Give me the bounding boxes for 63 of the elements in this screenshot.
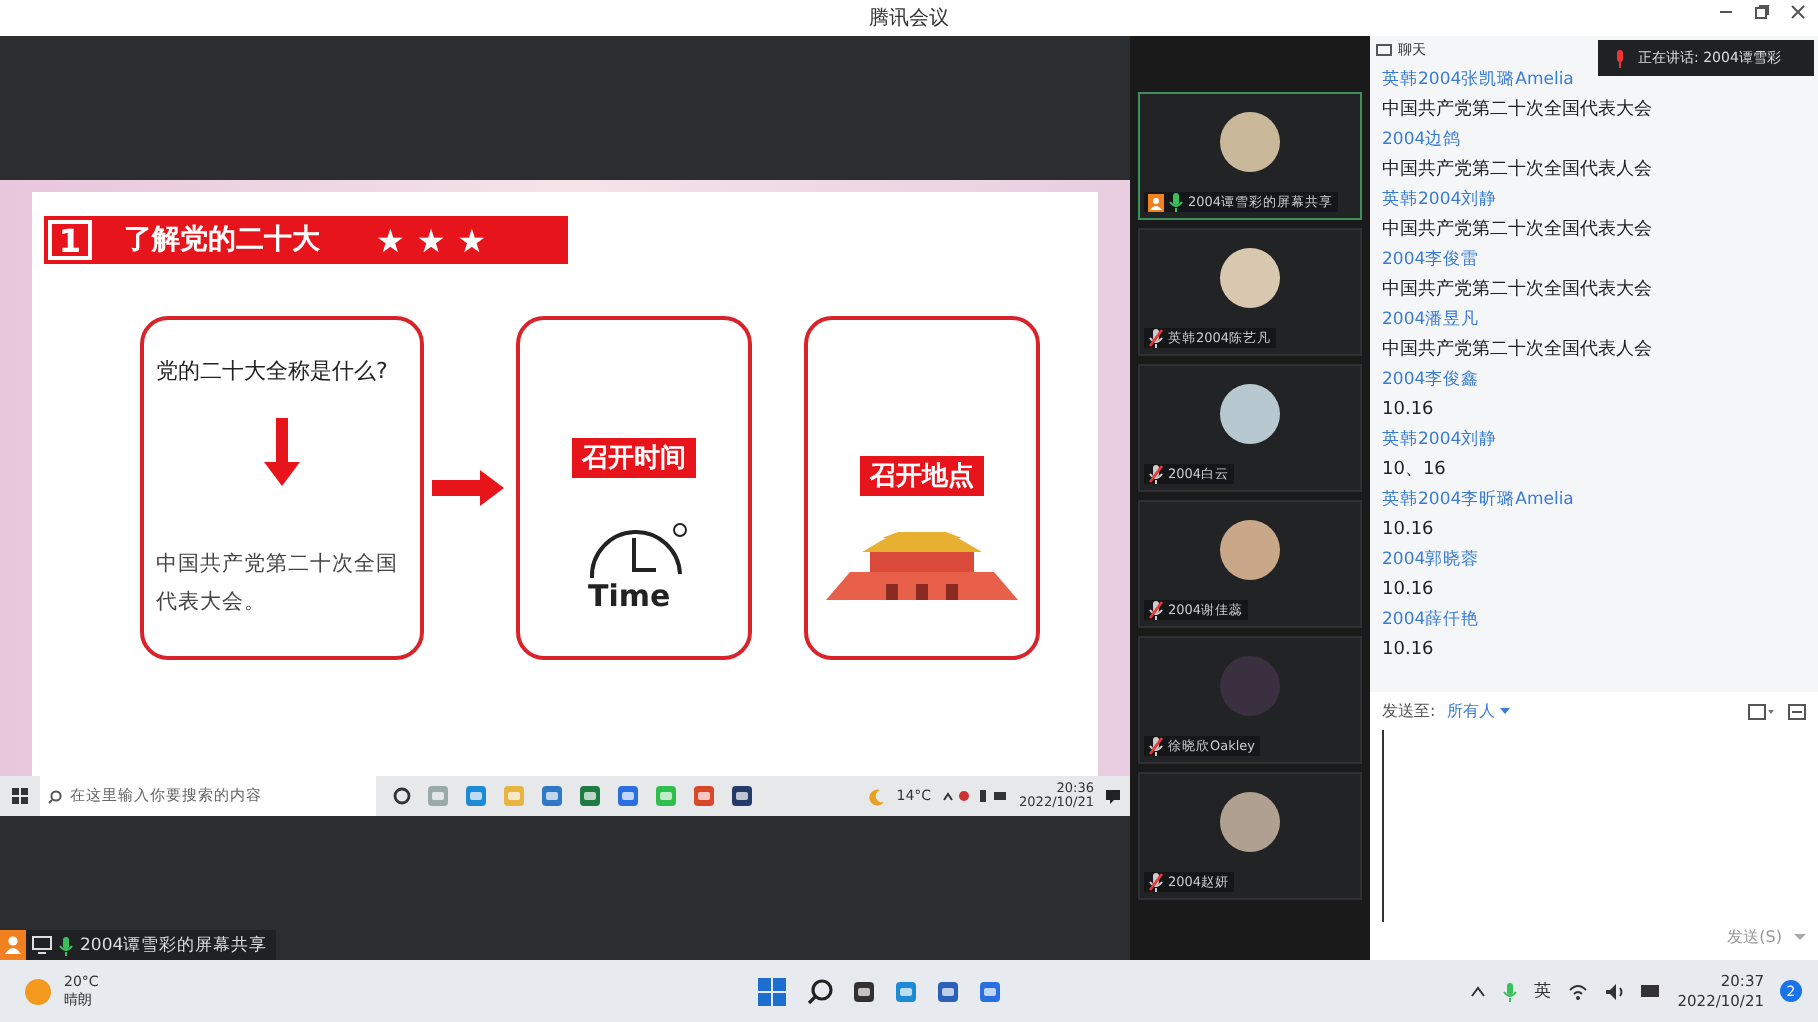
screen-share-icon <box>32 936 52 954</box>
restore-icon[interactable] <box>1754 4 1770 20</box>
screen-share-label: 2004谭雪彩的屏幕共享 <box>0 930 276 960</box>
moon-icon <box>868 787 887 805</box>
star-symbol-text: ★ <box>376 221 405 259</box>
avatar <box>1220 112 1280 172</box>
screenshot-icon[interactable] <box>1788 702 1806 720</box>
mic-icon <box>1614 49 1626 67</box>
avatar <box>1220 792 1280 852</box>
message-sender: 英韩2004刘静 <box>1382 427 1500 454</box>
search-icon <box>48 789 62 803</box>
message-sender: 2004潘昱凡 <box>1382 308 1482 334</box>
message-text: 中国共产党第二十次全国代表大会 <box>1382 277 1654 304</box>
message-text: 中国共产党第二十次全国代表大会 <box>1382 217 1654 244</box>
search-icon[interactable] <box>806 977 834 1005</box>
avatar <box>1220 520 1280 580</box>
notification-icon[interactable] <box>1104 787 1122 805</box>
speaker-icon[interactable] <box>1603 983 1624 999</box>
message-sender: 英韩2004李昕璐Amelia <box>1382 488 1576 514</box>
message-text: 中国共产党第二十次全国代表人会 <box>1382 337 1654 364</box>
battery-icon[interactable] <box>1639 984 1662 998</box>
host-icon <box>0 930 26 960</box>
message-text: 10.16 <box>1382 398 1436 424</box>
avatar <box>1220 248 1280 308</box>
question-text: 党的二十大全称是什么? <box>156 356 388 386</box>
host-icon <box>1148 193 1164 211</box>
caret-icon <box>1499 707 1510 715</box>
message-text: 10、16 <box>1382 458 1448 484</box>
start-icon[interactable] <box>756 975 788 1007</box>
message-sender: 2004郭晓蓉 <box>1382 548 1482 574</box>
right-arrow-icon <box>432 470 504 506</box>
circle-icon[interactable] <box>392 786 412 806</box>
wifi-icon[interactable] <box>1567 983 1588 999</box>
message-text: 10.16 <box>1382 578 1436 604</box>
slide-title: 了解党的二十大 <box>124 222 322 258</box>
star-symbol-text: ★ <box>457 221 487 259</box>
input-method-indicator[interactable]: 英 <box>1533 979 1552 1003</box>
message-sender: 2004李俊鑫 <box>1382 368 1482 394</box>
message-sender: 2004边鸽 <box>1382 128 1464 154</box>
down-arrow-icon <box>262 418 302 486</box>
message-sender: 2004薛仟艳 <box>1382 608 1482 634</box>
message-text: 10.16 <box>1382 638 1436 664</box>
message-sender: 2004李俊雷 <box>1382 248 1482 274</box>
answer-text: 中国共产党第二十次全国代表大会。 <box>156 550 400 618</box>
mic-icon <box>1501 981 1518 1001</box>
avatar <box>1220 656 1280 716</box>
recipient-dropdown[interactable]: 所有人 <box>1447 700 1510 722</box>
send-to-label: 发送至: <box>1382 700 1436 722</box>
clock-drawing: Time <box>576 514 692 618</box>
chevron-up-icon[interactable] <box>1469 985 1486 997</box>
card-label: 召开时间 <box>572 438 696 478</box>
sun-icon <box>24 977 52 1005</box>
message-sender: 英韩2004张凯璐Amelia <box>1382 68 1576 94</box>
message-text: 中国共产党第二十次全国代表人会 <box>1382 157 1654 184</box>
window-title: 腾讯会议 <box>869 5 949 32</box>
message-sender: 英韩2004刘静 <box>1382 187 1500 214</box>
star-symbol-text: ★ <box>416 221 446 259</box>
card-label: 召开地点 <box>860 456 984 496</box>
close-icon[interactable] <box>1790 4 1806 20</box>
section-number: 1 <box>48 220 92 260</box>
message-text: 中国共产党第二十次全国代表大会 <box>1382 97 1654 124</box>
avatar <box>1220 384 1280 444</box>
message-text: 10.16 <box>1382 518 1436 544</box>
